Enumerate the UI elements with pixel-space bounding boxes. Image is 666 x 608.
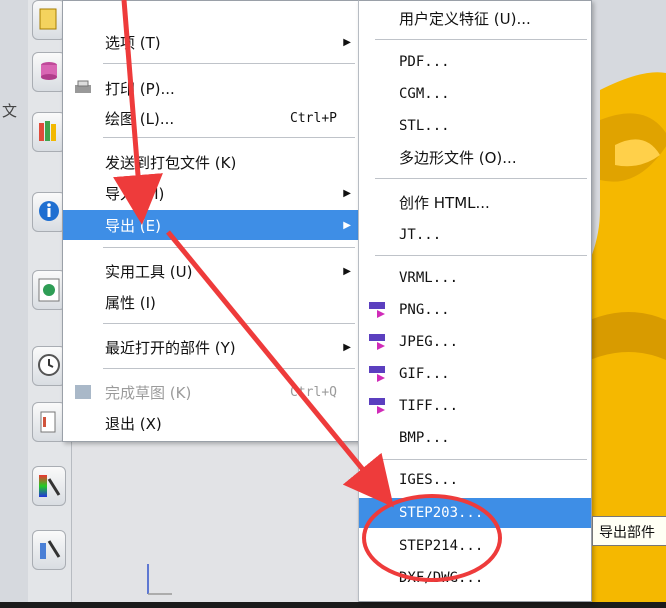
annotation-arrow — [113, 0, 163, 225]
annotation-circle — [362, 494, 502, 582]
annotation-arrow — [166, 230, 394, 508]
annotation-overlay — [113, 0, 502, 582]
